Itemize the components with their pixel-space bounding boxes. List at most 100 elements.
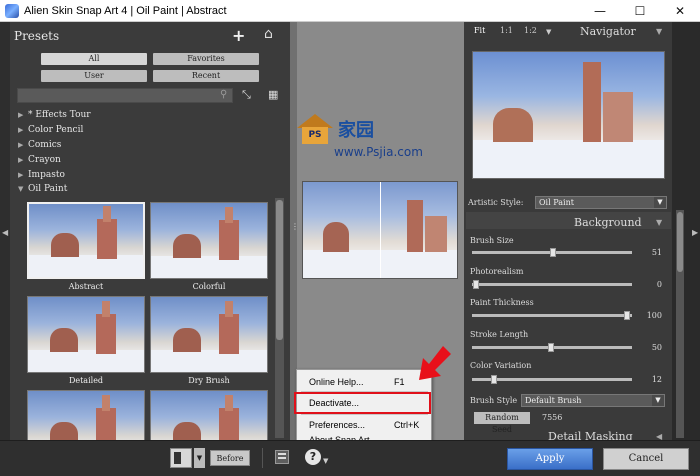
- artistic-style-select[interactable]: Oil Paint ▼: [535, 196, 667, 209]
- filter-user-button[interactable]: User: [41, 70, 147, 82]
- color-variation-slider-thumb[interactable]: [491, 375, 497, 384]
- preset-thumb-dry-brush[interactable]: Dry Brush: [150, 296, 268, 385]
- grid-view-icon[interactable]: ▦: [268, 88, 278, 101]
- category-impasto[interactable]: ▶ Impasto: [18, 170, 65, 180]
- before-button[interactable]: Before: [210, 450, 250, 466]
- photorealism-label: Photorealism: [470, 267, 524, 276]
- chevron-down-icon[interactable]: ▼: [656, 27, 662, 36]
- preset-thumb-abstract[interactable]: Abstract: [27, 202, 145, 291]
- window-title: Alien Skin Snap Art 4 | Oil Paint | Abst…: [24, 5, 227, 17]
- random-seed-button[interactable]: Random Seed: [474, 412, 530, 434]
- app-icon: [5, 4, 19, 18]
- preset-thumb-6[interactable]: [150, 390, 268, 440]
- category-label: Oil Paint: [28, 184, 68, 194]
- artistic-style-label: Artistic Style:: [468, 198, 524, 207]
- settings-icon[interactable]: [275, 450, 289, 464]
- random-seed-value: 7556: [542, 413, 563, 422]
- cancel-button[interactable]: Cancel: [603, 448, 689, 470]
- chevron-right-icon: ▶: [18, 141, 24, 149]
- chevron-down-icon[interactable]: ▼: [656, 218, 662, 227]
- close-button[interactable]: ✕: [660, 0, 700, 22]
- add-preset-icon[interactable]: +: [232, 26, 245, 45]
- paint-thickness-label: Paint Thickness: [470, 298, 534, 307]
- menu-item-preferences[interactable]: Preferences...: [309, 420, 365, 430]
- view-mode-dropdown[interactable]: ▼: [194, 448, 205, 468]
- photorealism-value: 0: [656, 280, 662, 289]
- stroke-length-slider-thumb[interactable]: [548, 343, 554, 352]
- presets-scrollbar[interactable]: [275, 198, 284, 438]
- toolbar-divider: [262, 448, 263, 468]
- scrollbar-thumb[interactable]: [677, 212, 683, 272]
- apply-button[interactable]: Apply: [507, 448, 593, 470]
- preset-label: Dry Brush: [188, 376, 230, 385]
- chevron-right-icon: ▶: [18, 126, 24, 134]
- watermark-text: 家园: [338, 120, 374, 141]
- category-oil-paint[interactable]: ▼ Oil Paint: [18, 184, 67, 194]
- presets-title: Presets: [14, 29, 60, 43]
- preset-search-input[interactable]: [17, 88, 233, 103]
- category-label: Impasto: [28, 170, 65, 180]
- paint-thickness-value: 100: [646, 311, 662, 320]
- zoom-dropdown-icon[interactable]: ▼: [546, 28, 551, 36]
- photorealism-slider-thumb[interactable]: [473, 280, 479, 289]
- home-icon[interactable]: ⌂: [264, 26, 273, 42]
- brush-style-select[interactable]: Default Brush ▼: [521, 394, 665, 407]
- preset-image: [150, 202, 268, 279]
- split-line[interactable]: [380, 182, 381, 278]
- brush-style-value: Default Brush: [525, 396, 582, 405]
- minimize-button[interactable]: —: [580, 0, 620, 22]
- paint-thickness-slider-thumb[interactable]: [624, 311, 630, 320]
- preset-image: [150, 296, 268, 373]
- zoom-1-1[interactable]: 1:1: [500, 26, 513, 35]
- category-label: Comics: [28, 140, 62, 150]
- before-after-preview[interactable]: [302, 181, 458, 279]
- split-view-button[interactable]: [170, 448, 192, 468]
- watermark-logo: PS: [297, 114, 333, 144]
- preset-thumb-5[interactable]: [27, 390, 145, 440]
- collapse-right-icon[interactable]: ▶: [692, 228, 698, 237]
- chevron-down-icon: ▼: [18, 185, 24, 193]
- brush-size-slider-thumb[interactable]: [550, 248, 556, 257]
- filter-favorites-button[interactable]: Favorites: [153, 53, 259, 65]
- collapse-left-icon[interactable]: ◀: [2, 228, 8, 237]
- help-icon[interactable]: ?: [305, 449, 321, 465]
- category-label: Color Pencil: [28, 125, 84, 135]
- title-bar: Alien Skin Snap Art 4 | Oil Paint | Abst…: [0, 0, 700, 22]
- artistic-style-value: Oil Paint: [539, 198, 574, 207]
- category-color-pencil[interactable]: ▶ Color Pencil: [18, 125, 83, 135]
- zoom-fit[interactable]: Fit: [474, 26, 485, 35]
- menu-shortcut: F1: [394, 377, 405, 387]
- photorealism-slider[interactable]: [472, 283, 632, 286]
- category-effects-tour[interactable]: ▶ * Effects Tour: [18, 110, 91, 120]
- zoom-1-2[interactable]: 1:2: [524, 26, 537, 35]
- preset-label: Detailed: [68, 376, 104, 385]
- category-label: * Effects Tour: [28, 110, 91, 120]
- stroke-length-value: 50: [651, 343, 662, 352]
- menu-divider: [301, 414, 428, 415]
- preset-label: Colorful: [192, 282, 226, 291]
- collapse-all-icon[interactable]: ⤡: [242, 88, 251, 102]
- split-view-icon: [174, 452, 181, 464]
- category-comics[interactable]: ▶ Comics: [18, 140, 61, 150]
- preset-thumb-colorful[interactable]: Colorful: [150, 202, 268, 291]
- menu-item-online-help[interactable]: Online Help...: [309, 377, 364, 387]
- filter-recent-button[interactable]: Recent: [153, 70, 259, 82]
- navigator-title: Navigator: [580, 25, 636, 38]
- preset-thumb-detailed[interactable]: Detailed: [27, 296, 145, 385]
- watermark-url: www.Psjia.com: [334, 145, 423, 159]
- category-crayon[interactable]: ▶ Crayon: [18, 155, 61, 165]
- filter-all-button[interactable]: All: [41, 53, 147, 65]
- chevron-down-icon: ▼: [652, 395, 664, 406]
- scrollbar-thumb[interactable]: [276, 200, 283, 340]
- brush-style-label: Brush Style: [470, 396, 518, 405]
- search-icon[interactable]: ⚲: [220, 89, 227, 100]
- settings-scrollbar[interactable]: [676, 210, 684, 438]
- paint-thickness-slider[interactable]: [472, 314, 632, 317]
- color-variation-value: 12: [651, 375, 662, 384]
- navigator-preview[interactable]: [472, 51, 665, 179]
- maximize-button[interactable]: ☐: [620, 0, 660, 22]
- splitter-grip-icon[interactable]: ⋮: [291, 222, 299, 231]
- stroke-length-label: Stroke Length: [470, 330, 529, 339]
- help-dropdown-icon[interactable]: ▼: [323, 457, 328, 465]
- preset-image: [27, 296, 145, 373]
